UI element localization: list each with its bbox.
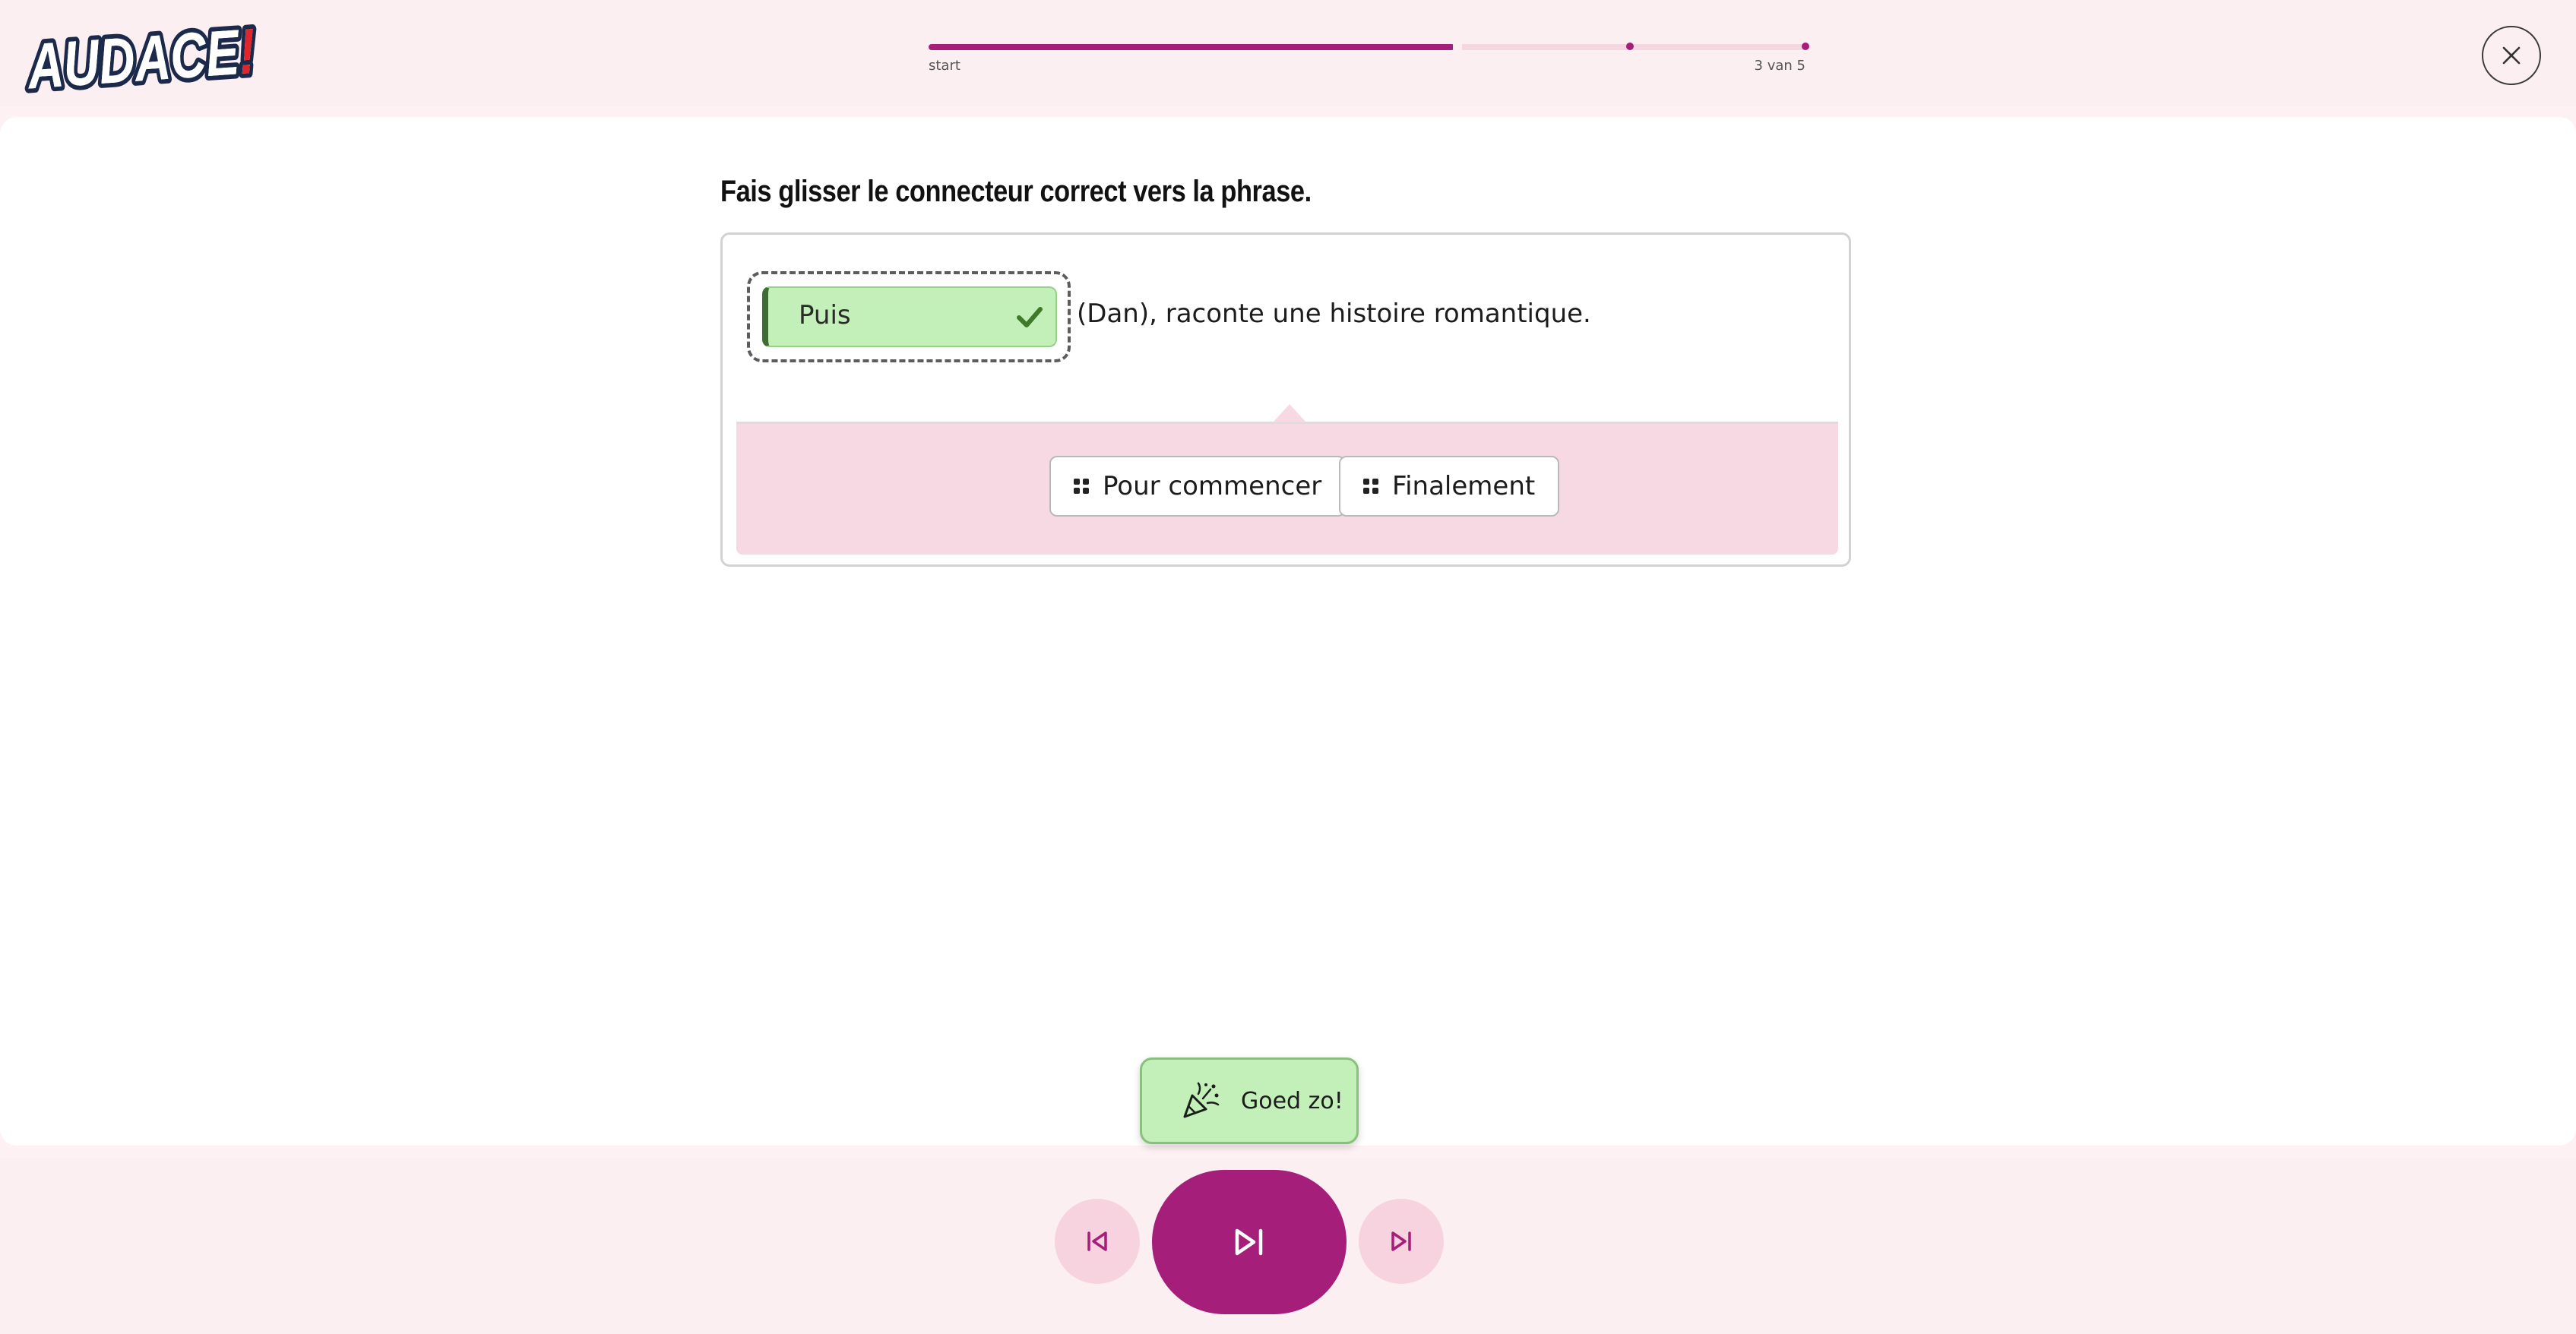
drag-handle-icon — [1363, 479, 1378, 494]
progress-track — [929, 43, 1809, 50]
progress-gap — [1453, 44, 1462, 50]
party-popper-icon — [1183, 1082, 1220, 1118]
progress-step-dot — [1802, 43, 1809, 50]
progress-step-dot — [1626, 43, 1635, 50]
exercise-card: Puis (Dan), raconte une histoire romanti… — [720, 232, 1851, 567]
answer-options-area: Pour commencer Finalement — [736, 404, 1838, 555]
exercise-panel: Fais glisser le connecteur correct vers … — [0, 117, 2576, 1146]
sentence-text: (Dan), raconte une histoire romantique. — [1077, 299, 1591, 329]
placed-answer-label: Puis — [799, 300, 851, 330]
option-finalement[interactable]: Finalement — [1339, 456, 1560, 517]
drop-zone[interactable]: Puis — [747, 271, 1071, 362]
previous-button[interactable] — [1055, 1199, 1140, 1284]
progress-count-label: 3 van 5 — [1754, 58, 1805, 74]
check-icon — [1017, 307, 1043, 327]
option-label: Pour commencer — [1103, 471, 1322, 501]
skip-forward-icon — [1235, 1228, 1263, 1256]
close-icon — [2502, 46, 2521, 65]
options-pointer — [1273, 404, 1306, 422]
feedback-message: Goed zo! — [1241, 1087, 1343, 1114]
skip-forward-icon — [1391, 1231, 1411, 1251]
progress-start-label: start — [929, 58, 960, 74]
feedback-toast: Goed zo! — [1140, 1057, 1359, 1144]
audace-logo: AUDACE! AUDACE! — [20, 11, 264, 107]
exercise-instruction: Fais glisser le connecteur correct vers … — [720, 175, 1312, 208]
placed-answer-chip[interactable]: Puis — [762, 286, 1057, 347]
next-button[interactable] — [1152, 1170, 1347, 1314]
option-pour-commencer[interactable]: Pour commencer — [1049, 456, 1347, 517]
svg-text:AUDACE!: AUDACE! — [24, 15, 258, 103]
drag-handle-icon — [1074, 479, 1089, 494]
header: AUDACE! AUDACE! start 3 van 5 — [0, 0, 2576, 107]
footer-navigation — [0, 1158, 2576, 1334]
skip-back-icon — [1087, 1231, 1107, 1251]
skip-button[interactable] — [1359, 1199, 1444, 1284]
progress-fill — [929, 44, 1455, 50]
option-label: Finalement — [1392, 471, 1536, 501]
progress-bar: start 3 van 5 — [929, 43, 1809, 74]
close-button[interactable] — [2482, 26, 2541, 85]
